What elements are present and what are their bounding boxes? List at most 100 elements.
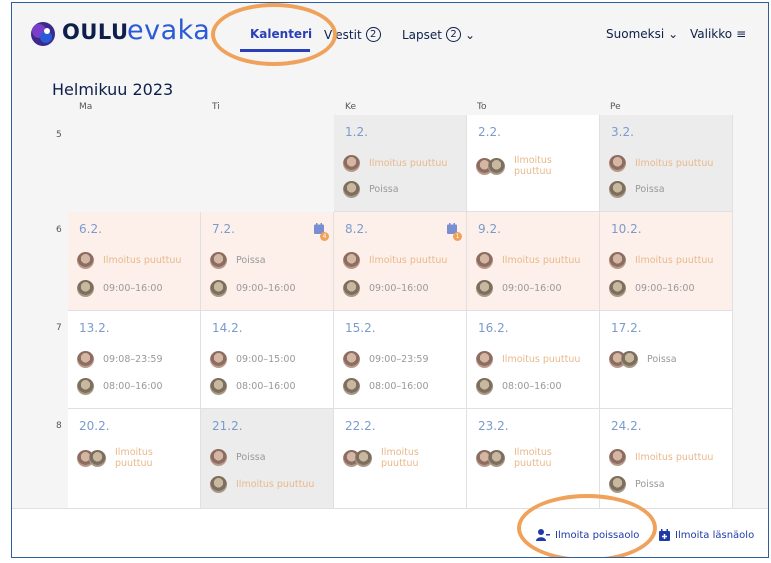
status-text: Poissa <box>369 184 399 195</box>
report-presence-button[interactable]: Ilmoita läsnäolo <box>659 529 754 541</box>
week-number: 5 <box>56 130 62 140</box>
day-cell[interactable]: 1.2. Ilmoitus puuttuu Poissa <box>334 115 467 212</box>
status-text: Poissa <box>635 479 665 490</box>
child-status-row: Poissa <box>343 181 399 198</box>
status-text: Ilmoitus puuttuu <box>502 353 581 365</box>
day-cell[interactable]: 9.2. Ilmoitus puuttuu 09:00–16:00 <box>467 212 600 311</box>
child-status-row: 09:00–16:00 <box>476 280 562 297</box>
child-avatar <box>609 181 626 198</box>
child-avatar <box>343 181 360 198</box>
child-status-row: Ilmoitus puuttuu <box>343 155 447 172</box>
child-status-row: 09:00–23:59 <box>343 351 429 368</box>
child-status-row: Ilmoitus puuttuu <box>609 252 713 269</box>
day-date: 6.2. <box>79 222 102 236</box>
brand-oulu: OULU <box>62 20 129 44</box>
child-status-row: 08:00–16:00 <box>77 378 163 395</box>
child-status-row: Poissa <box>609 351 677 368</box>
day-cell[interactable]: 24.2. Ilmoitus puuttuu Poissa <box>600 409 733 509</box>
hamburger-icon: ≡ <box>736 27 747 41</box>
child-status-row: 09:08–23:59 <box>77 351 163 368</box>
highlight-annotation-calendar <box>211 3 337 66</box>
child-status-row: Poissa <box>609 181 665 198</box>
children-avatars <box>343 449 372 467</box>
day-date: 15.2. <box>345 321 376 335</box>
day-cell[interactable]: 7.2. 4 Poissa 09:00–16:00 <box>201 212 334 311</box>
chevron-down-icon: ⌄ <box>668 27 679 41</box>
child-status-row: Ilmoitus puuttuu <box>476 351 580 368</box>
child-status-row: Ilmoitus puuttuu <box>343 252 447 269</box>
child-status-row: Poissa <box>210 252 266 269</box>
child-avatar <box>609 155 626 172</box>
day-cell[interactable]: 6.2. Ilmoitus puuttuu 09:00–16:00 <box>68 212 201 311</box>
day-date: 23.2. <box>478 419 509 433</box>
calendar-plus-icon <box>659 529 670 541</box>
day-cell[interactable]: 2.2. Ilmoitus puuttuu <box>467 115 600 212</box>
day-cell[interactable]: 13.2. 09:08–23:59 08:00–16:00 <box>68 311 201 409</box>
day-date: 16.2. <box>478 321 509 335</box>
menu-button[interactable]: Valikko ≡ <box>690 27 746 41</box>
status-text: 09:00–16:00 <box>502 283 562 294</box>
day-cell[interactable]: 15.2. 09:00–23:59 08:00–16:00 <box>334 311 467 409</box>
status-text: Ilmoitus puuttuu <box>103 254 182 266</box>
status-text: 09:00–15:00 <box>236 354 296 365</box>
child-status-row: 08:00–16:00 <box>210 378 296 395</box>
status-text: Ilmoitus puuttuu <box>369 254 448 266</box>
child-status-row: 08:00–16:00 <box>343 378 429 395</box>
week-number: 6 <box>56 225 62 235</box>
children-avatars <box>476 449 505 467</box>
status-text: 09:08–23:59 <box>103 354 163 365</box>
day-date: 14.2. <box>212 321 243 335</box>
status-text: Ilmoitus puuttuu <box>381 447 419 470</box>
children-avatars <box>476 157 505 175</box>
child-status-row: Ilmoitus puuttuu <box>609 155 713 172</box>
day-cell[interactable]: 16.2. Ilmoitus puuttuu 08:00–16:00 <box>467 311 600 409</box>
children-count: 2 <box>446 27 461 42</box>
day-cell[interactable]: 20.2. Ilmoitus puuttuu <box>68 409 201 509</box>
day-cell[interactable]: 8.2. 1 Ilmoitus puuttuu 09:00–16:00 <box>334 212 467 311</box>
child-status-row: Ilmoitus puuttuu <box>476 252 580 269</box>
status-text: 08:00–16:00 <box>369 381 429 392</box>
day-cell[interactable]: 14.2. 09:00–15:00 08:00–16:00 <box>201 311 334 409</box>
day-cell[interactable]: 10.2. Ilmoitus puuttuu 09:00–16:00 <box>600 212 733 311</box>
weekday-fri: Pe <box>610 102 621 112</box>
status-text: Ilmoitus puuttuu <box>635 157 714 169</box>
menu-label: Valikko <box>690 27 733 41</box>
nav-children[interactable]: Lapset 2 ⌄ <box>402 27 475 42</box>
day-date: 9.2. <box>478 222 501 236</box>
day-date: 22.2. <box>345 419 376 433</box>
children-avatars <box>77 449 106 467</box>
day-cell[interactable]: 21.2. Poissa Ilmoitus puuttuu <box>201 409 334 509</box>
status-text: 09:00–23:59 <box>369 354 429 365</box>
status-text: Ilmoitus puuttuu <box>115 447 153 470</box>
child-status-row: 09:00–16:00 <box>609 280 695 297</box>
status-text: 09:00–16:00 <box>103 283 163 294</box>
chevron-down-icon: ⌄ <box>465 27 476 42</box>
day-date: 21.2. <box>212 419 243 433</box>
notification-badge: 4 <box>320 232 329 241</box>
day-date: 2.2. <box>478 125 501 139</box>
day-cell[interactable]: 3.2. Ilmoitus puuttuu Poissa <box>600 115 733 212</box>
day-date: 1.2. <box>345 125 368 139</box>
highlight-annotation-absence <box>517 494 657 557</box>
status-text: Ilmoitus puuttuu <box>502 254 581 266</box>
day-date: 20.2. <box>79 419 110 433</box>
evaka-logo-icon <box>31 22 55 46</box>
language-selector[interactable]: Suomeksi ⌄ <box>606 27 678 41</box>
status-text: 09:00–16:00 <box>236 283 296 294</box>
messages-count: 2 <box>365 27 381 42</box>
brand-evaka: evaka <box>127 15 211 46</box>
weekday-tue: Ti <box>212 102 220 112</box>
day-cell[interactable]: 17.2. Poissa <box>600 311 733 409</box>
weekday-thu: To <box>477 102 487 112</box>
day-cell[interactable]: 22.2. Ilmoitus puuttuu <box>334 409 467 509</box>
weekday-mon: Ma <box>79 102 93 112</box>
status-text: 08:00–16:00 <box>502 381 562 392</box>
child-status-row: Poissa <box>609 476 665 493</box>
child-status-row: Ilmoitus puuttuu <box>77 252 181 269</box>
status-text: 08:00–16:00 <box>103 381 163 392</box>
day-date: 3.2. <box>611 125 634 139</box>
notification-badge: 1 <box>453 232 462 241</box>
child-status-row: Ilmoitus puuttuu <box>210 476 314 493</box>
status-text: 09:00–16:00 <box>635 283 695 294</box>
status-text: Poissa <box>635 184 665 195</box>
